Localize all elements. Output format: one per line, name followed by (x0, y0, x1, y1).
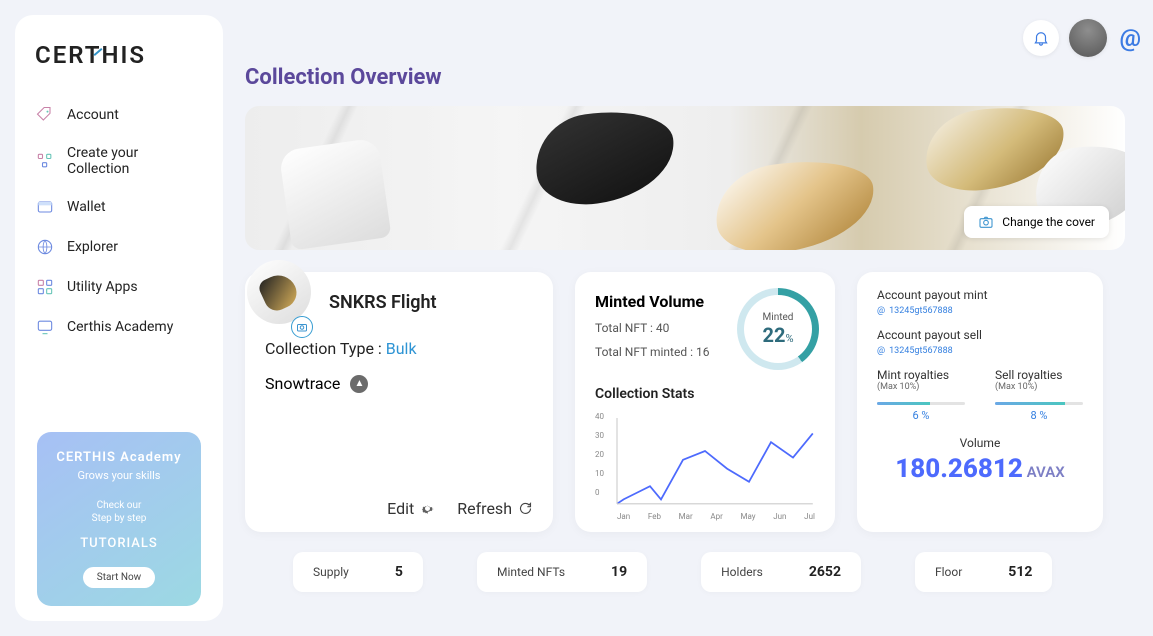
mini-floor: Floor512 (915, 552, 1052, 592)
refresh-button[interactable]: Refresh (457, 499, 533, 518)
collection-type-value: Bulk (382, 339, 417, 358)
minted-heading: Minted Volume (595, 292, 709, 311)
payout-sell-address[interactable]: @13245gt567888 (877, 346, 1083, 356)
sidebar-item-utility-apps[interactable]: Utility Apps (25, 267, 213, 307)
payout-mint-label: Account payout mint (877, 288, 1083, 302)
sidebar-item-account[interactable]: Account (25, 95, 213, 135)
volume-value: 180.26812 AVAX (877, 454, 1083, 484)
collection-thumbnail (247, 260, 311, 324)
total-minted-row: Total NFT minted : 16 (595, 345, 709, 359)
volume-label: Volume (877, 436, 1083, 450)
academy-promo-card: CERTHIS Academy Grows your skills Check … (37, 432, 201, 606)
minted-volume-card: Minted Volume Total NFT : 40 Total NFT m… (575, 272, 835, 532)
collection-type-row: Collection Type : Bulk (265, 339, 533, 358)
academy-line1: Check our (47, 500, 191, 511)
payout-mint-address[interactable]: @13245gt567888 (877, 306, 1083, 316)
sidebar-item-create-collection[interactable]: Create your Collection (25, 135, 213, 187)
snowtrace-link[interactable]: Snowtrace ▲ (265, 374, 533, 393)
mini-holders: Holders2652 (701, 552, 861, 592)
academy-tutorials: TUTORIALS (47, 536, 191, 551)
edit-thumbnail-button[interactable] (291, 316, 313, 338)
mint-royalties: Mint royalties (Max 10%) 6 % (877, 368, 965, 422)
apps-icon (35, 277, 55, 297)
user-avatar[interactable] (1069, 19, 1107, 57)
topbar: @ (245, 15, 1153, 61)
academy-line2: Step by step (47, 513, 191, 524)
nodes-icon (35, 151, 55, 171)
camera-icon (296, 321, 308, 333)
change-cover-button[interactable]: Change the cover (964, 206, 1109, 238)
page-title: Collection Overview (245, 65, 1153, 90)
globe-icon (35, 237, 55, 257)
avalanche-icon: ▲ (350, 375, 368, 393)
academy-logo: CERTHIS Academy (47, 450, 191, 465)
notifications-button[interactable] (1023, 20, 1059, 56)
edit-button[interactable]: Edit (387, 499, 435, 518)
camera-icon (978, 214, 994, 230)
sidebar-item-label: Account (67, 107, 119, 123)
sidebar-item-wallet[interactable]: Wallet (25, 187, 213, 227)
collection-info-card: SNKRS Flight Collection Type : Bulk Snow… (245, 272, 553, 532)
payout-sell-label: Account payout sell (877, 328, 1083, 342)
sidebar-item-label: Create your Collection (67, 145, 203, 177)
collection-name: SNKRS Flight (329, 292, 533, 313)
collection-stats-chart: 403020100 JanFebMarAprMayJunJul (595, 412, 815, 512)
academy-start-button[interactable]: Start Now (83, 567, 155, 588)
brand-logo: CERTHIS (25, 35, 213, 95)
mini-stats-row: Supply5 Minted NFTs19 Holders2652 Floor5… (245, 552, 1153, 592)
minted-donut: Minted 22% (737, 288, 819, 370)
main-content: @ Collection Overview Change the cover S… (245, 15, 1153, 592)
payout-card: Account payout mint @13245gt567888 Accou… (857, 272, 1103, 532)
mention-icon[interactable]: @ (1119, 24, 1141, 52)
bell-icon (1032, 29, 1050, 47)
sidebar-item-label: Wallet (67, 199, 106, 215)
sidebar-nav: Account Create your Collection Wallet Ex… (25, 95, 213, 347)
sell-royalties: Sell royalties (Max 10%) 8 % (995, 368, 1083, 422)
total-nft-row: Total NFT : 40 (595, 321, 709, 335)
refresh-icon (518, 501, 533, 516)
collection-cover: Change the cover (245, 106, 1125, 250)
sidebar-item-label: Utility Apps (67, 279, 138, 295)
change-cover-label: Change the cover (1002, 215, 1095, 229)
gear-icon (420, 501, 435, 516)
mini-supply: Supply5 (293, 552, 423, 592)
wallet-icon (35, 197, 55, 217)
sidebar: CERTHIS Account Create your Collection W… (15, 15, 223, 621)
tag-icon (35, 105, 55, 125)
sidebar-item-label: Certhis Academy (67, 319, 173, 335)
monitor-icon (35, 317, 55, 337)
mini-minted-nfts: Minted NFTs19 (477, 552, 647, 592)
collection-stats-heading: Collection Stats (595, 386, 815, 402)
sidebar-item-certhis-academy[interactable]: Certhis Academy (25, 307, 213, 347)
sidebar-item-label: Explorer (67, 239, 118, 255)
sidebar-item-explorer[interactable]: Explorer (25, 227, 213, 267)
academy-subtitle: Grows your skills (47, 469, 191, 482)
